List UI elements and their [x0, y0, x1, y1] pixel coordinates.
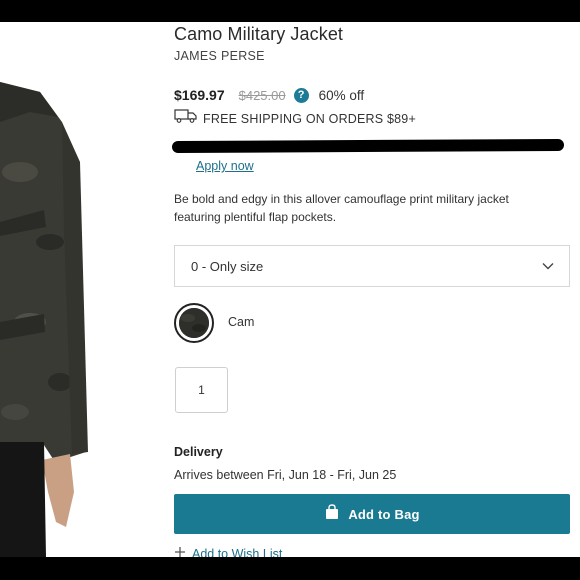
delivery-estimate: Arrives between Fri, Jun 18 - Fri, Jun 2… [174, 468, 397, 482]
discount-label: 60% off [318, 87, 365, 103]
product-image[interactable] [0, 22, 110, 557]
truck-icon [174, 109, 198, 128]
add-to-wish-list-link[interactable]: Add to Wish List [174, 546, 282, 557]
color-label: Cam [228, 315, 255, 329]
shipping-text: FREE SHIPPING ON ORDERS $89+ [203, 111, 416, 126]
price-row: $169.97 $425.00 ? 60% off [174, 87, 364, 103]
question-circle-icon[interactable]: ? [293, 87, 309, 103]
delivery-heading: Delivery [174, 445, 223, 459]
size-selected-value: 0 - Only size [191, 259, 264, 274]
add-to-bag-label: Add to Bag [348, 506, 420, 522]
wish-list-label: Add to Wish List [192, 546, 283, 558]
brand-name[interactable]: JAMES PERSE [174, 49, 265, 63]
chevron-down-icon [541, 259, 555, 278]
sale-price: $169.97 [174, 87, 225, 103]
shopping-bag-icon [324, 503, 340, 525]
size-select[interactable]: 0 - Only size [174, 245, 570, 287]
plus-icon [174, 546, 186, 557]
redaction-bar [171, 138, 565, 154]
product-page: Camo Military Jacket JAMES PERSE $169.97… [0, 22, 580, 557]
quantity-field[interactable]: 1 [175, 367, 228, 413]
original-price: $425.00 [238, 87, 286, 103]
apply-now-link[interactable]: Apply now [196, 159, 254, 173]
product-title: Camo Military Jacket [174, 24, 344, 44]
add-to-bag-button[interactable]: Add to Bag [174, 494, 570, 534]
product-description: Be bold and edgy in this allover camoufl… [174, 192, 509, 224]
swatch-fill [179, 308, 209, 338]
color-swatch-cam[interactable] [174, 303, 214, 343]
shipping-row: FREE SHIPPING ON ORDERS $89+ [174, 109, 416, 128]
